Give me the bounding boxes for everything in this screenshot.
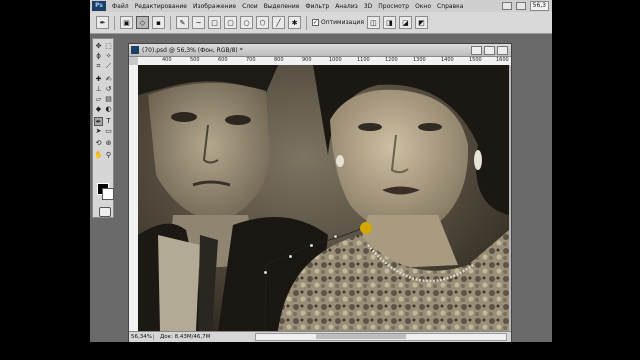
3d-rotate-tool-icon[interactable]: ⟲	[94, 139, 103, 148]
scrollbar-thumb[interactable]	[316, 334, 406, 339]
healing-brush-tool-icon[interactable]: ✚	[94, 75, 103, 84]
history-brush-tool-icon[interactable]: ↺	[104, 85, 113, 94]
menu-help[interactable]: Справка	[434, 3, 466, 10]
background-color-swatch[interactable]	[102, 188, 114, 200]
document-size-info[interactable]: Док: 8,43M/46,7M	[154, 334, 210, 340]
menu-image[interactable]: Изображение	[190, 3, 239, 10]
paths-mode-icon[interactable]: ◇	[136, 16, 149, 29]
menu-window[interactable]: Окно	[412, 3, 434, 10]
gradient-tool-icon[interactable]: ▤	[104, 95, 113, 104]
fill-pixels-icon[interactable]: ▪	[152, 16, 165, 29]
photoshop-window: Ps Файл Редактирование Изображение Слои …	[90, 0, 552, 342]
menu-edit[interactable]: Редактирование	[132, 3, 190, 10]
menu-right-controls: 56,3	[501, 1, 552, 11]
menu-file[interactable]: Файл	[109, 3, 132, 10]
blur-tool-icon[interactable]: ◆	[94, 105, 103, 114]
ruler-tick: 1400	[441, 57, 454, 63]
type-tool-icon[interactable]: T	[104, 117, 113, 126]
quick-mask-icon[interactable]	[99, 207, 111, 217]
shape-layers-icon[interactable]: ▣	[120, 16, 133, 29]
marquee-tool-icon[interactable]: ⬚	[104, 42, 113, 51]
document-window: (70).psd @ 56,3% (Фон, RGB/8) * 400 500 …	[128, 43, 512, 342]
antialias-label: Оптимизация	[321, 19, 364, 26]
rectangle-icon[interactable]: □	[208, 16, 221, 29]
zoom-readout[interactable]: 56,34%	[129, 334, 154, 340]
tools-panel: ✥ ⬚ ϕ ✧ ⌗ ⟋ ✚ ✍ ⊥ ↺ ▱ ▤ ◆ ◐ ✒ T ➤ ▭ ⟲ ⊛ …	[92, 38, 114, 218]
menu-layers[interactable]: Слои	[239, 3, 261, 10]
maximize-icon[interactable]	[484, 45, 495, 55]
crop-tool-icon[interactable]: ⌗	[94, 62, 103, 71]
menu-view[interactable]: Просмотр	[375, 3, 412, 10]
ruler-tick: 1300	[413, 57, 426, 63]
bridge-icon[interactable]	[501, 2, 512, 10]
freeform-pen-icon[interactable]: ~	[192, 16, 205, 29]
line-icon[interactable]: ╱	[272, 16, 285, 29]
ruler-tick: 500	[190, 57, 200, 63]
document-tab[interactable]: (70).psd @ 56,3% (Фон, RGB/8) *	[129, 44, 511, 57]
path-exclude-icon[interactable]: ◩	[414, 16, 428, 29]
pen-icon[interactable]: ✎	[176, 16, 189, 29]
polygon-icon[interactable]: ⬡	[256, 16, 269, 29]
hand-tool-icon[interactable]: ✋	[94, 151, 103, 160]
ellipse-icon[interactable]: ○	[240, 16, 253, 29]
menu-3d[interactable]: 3D	[361, 3, 375, 10]
ruler-tick: 400	[162, 57, 172, 63]
zoom-level-select[interactable]: 56,3	[529, 1, 549, 11]
ruler-tick: 1500	[469, 57, 482, 63]
horizontal-scrollbar[interactable]	[255, 333, 507, 341]
brush-tool-icon[interactable]: ✍	[104, 75, 113, 84]
ps-logo: Ps	[92, 1, 106, 11]
ruler-tick: 1100	[357, 57, 370, 63]
custom-shape-icon[interactable]: ✱	[288, 16, 301, 29]
dodge-tool-icon[interactable]: ◐	[104, 105, 113, 114]
antialias-checkbox[interactable]: ✓ Оптимизация	[312, 19, 364, 26]
separator	[114, 15, 115, 30]
separator	[306, 15, 307, 30]
move-tool-icon[interactable]: ✥	[94, 42, 103, 51]
lasso-tool-icon[interactable]: ϕ	[94, 52, 103, 61]
menu-analysis[interactable]: Анализ	[332, 3, 361, 10]
minimize-icon[interactable]	[471, 45, 482, 55]
close-icon[interactable]	[497, 45, 508, 55]
separator	[170, 15, 171, 30]
pen-tool-icon[interactable]: ✒	[94, 117, 103, 126]
ruler-tick: 600	[218, 57, 228, 63]
ruler-tick: 1000	[329, 57, 342, 63]
checkbox-box[interactable]: ✓	[312, 19, 319, 26]
ruler-tick: 700	[246, 57, 256, 63]
vertical-scrollbar[interactable]	[509, 65, 511, 331]
ruler-tick: 800	[274, 57, 284, 63]
clone-stamp-tool-icon[interactable]: ⊥	[94, 85, 103, 94]
path-intersect-icon[interactable]: ◪	[398, 16, 412, 29]
menu-filter[interactable]: Фильтр	[302, 3, 332, 10]
eraser-tool-icon[interactable]: ▱	[94, 95, 103, 104]
path-select-tool-icon[interactable]: ➤	[94, 127, 103, 136]
ruler-tick: 900	[302, 57, 312, 63]
shape-tool-icon[interactable]: ▭	[104, 127, 113, 136]
rounded-rectangle-icon[interactable]: ▢	[224, 16, 237, 29]
document-title: (70).psd @ 56,3% (Фон, RGB/8) *	[142, 46, 243, 54]
vintage-portrait-photo	[138, 65, 509, 331]
pen-preset-icon[interactable]: ✒	[96, 16, 109, 29]
menu-select[interactable]: Выделение	[261, 3, 303, 10]
window-buttons	[471, 45, 511, 55]
3d-orbit-tool-icon[interactable]: ⊛	[104, 139, 113, 148]
path-combine-icon[interactable]: ◫	[366, 16, 380, 29]
arrange-icon[interactable]	[515, 2, 526, 10]
ruler-tick: 1600	[496, 57, 509, 63]
path-subtract-icon[interactable]: ◨	[382, 16, 396, 29]
menu-bar: Ps Файл Редактирование Изображение Слои …	[90, 0, 552, 12]
ps-document-icon	[131, 46, 139, 54]
status-bar: 56,34% Док: 8,43M/46,7M	[129, 331, 511, 342]
photo-canvas[interactable]	[138, 65, 509, 331]
quick-select-tool-icon[interactable]: ✧	[104, 52, 113, 61]
options-bar: ✒ ▣ ◇ ▪ ✎ ~ □ ▢ ○ ⬡ ╱ ✱ ✓ Оптимизация ◫ …	[90, 12, 552, 34]
ruler-tick: 1200	[385, 57, 398, 63]
pen-anchor-point[interactable]	[360, 222, 372, 234]
eyedropper-tool-icon[interactable]: ⟋	[104, 62, 113, 71]
zoom-tool-icon[interactable]: ⚲	[104, 151, 113, 160]
